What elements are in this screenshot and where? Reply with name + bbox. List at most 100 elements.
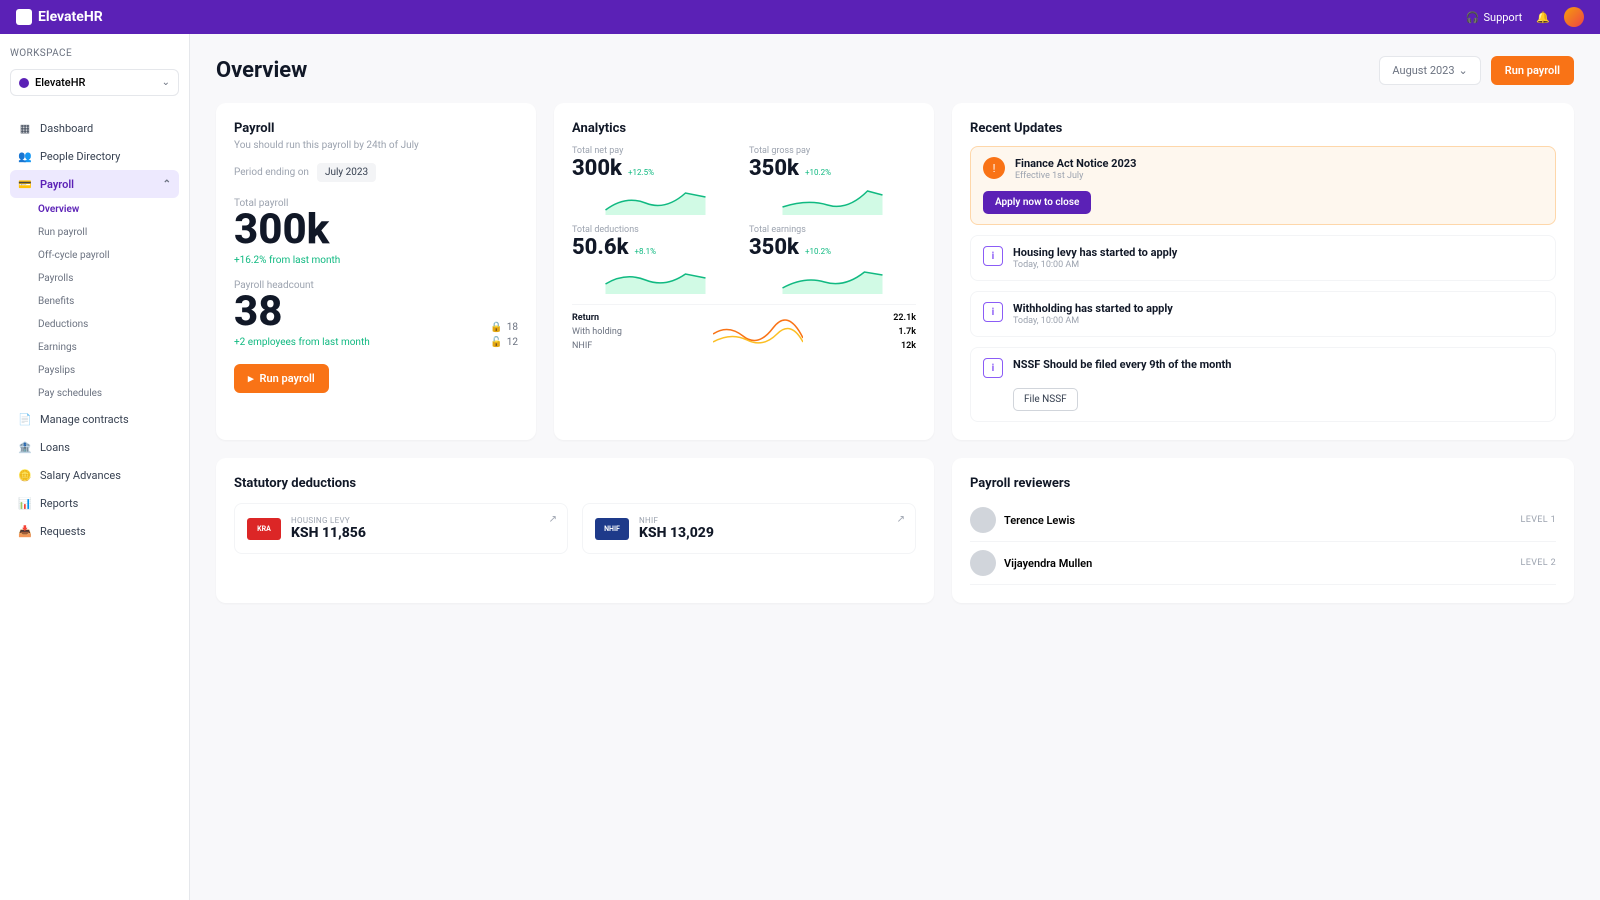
topbar: ElevateHR 🎧 Support 🔔 bbox=[0, 0, 1600, 34]
statutory-card: Statutory deductions KRA HOUSING LEVY KS… bbox=[216, 458, 934, 603]
nav-advances[interactable]: 🪙Salary Advances bbox=[10, 461, 179, 489]
payroll-card: Payroll You should run this payroll by 2… bbox=[216, 103, 536, 440]
run-payroll-card-button[interactable]: ▸ Run payroll bbox=[234, 364, 329, 393]
coins-icon: 🪙 bbox=[18, 468, 32, 482]
info-icon: i bbox=[983, 302, 1003, 322]
brand-logo[interactable]: ElevateHR bbox=[16, 9, 103, 25]
analytics-title: Analytics bbox=[572, 121, 916, 136]
avatar bbox=[970, 507, 996, 533]
chevron-up-icon: ⌃ bbox=[163, 179, 171, 190]
chart-icon: 📊 bbox=[18, 496, 32, 510]
subnav-benefits[interactable]: Benefits bbox=[30, 290, 179, 313]
nhif-logo-icon: NHIF bbox=[595, 518, 629, 540]
statutory-housing-levy: KRA HOUSING LEVY KSH 11,856 ↗ bbox=[234, 503, 568, 554]
bank-icon: 🏦 bbox=[18, 440, 32, 454]
subnav-payrolls[interactable]: Payrolls bbox=[30, 267, 179, 290]
period-label: Period ending on bbox=[234, 167, 309, 178]
nav-payroll[interactable]: 💳Payroll ⌃ bbox=[10, 170, 179, 198]
return-withholding-label: With holding bbox=[572, 327, 622, 337]
nav-people[interactable]: 👥People Directory bbox=[10, 142, 179, 170]
total-payroll-value: 300k bbox=[234, 209, 518, 251]
doc-icon: 📄 bbox=[18, 412, 32, 426]
apply-finance-act-button[interactable]: Apply now to close bbox=[983, 191, 1091, 214]
update-withholding: i Withholding has started to apply Today… bbox=[970, 291, 1556, 337]
user-avatar[interactable] bbox=[1564, 7, 1584, 27]
stat-gross-pay: Total gross pay 350k +10.2% bbox=[749, 146, 916, 215]
support-label: Support bbox=[1483, 11, 1522, 24]
logo-icon bbox=[16, 9, 32, 25]
stat-deductions: Total deductions 50.6k +8.1% bbox=[572, 225, 739, 294]
org-name: ElevateHR bbox=[35, 76, 156, 89]
inbox-icon: 📥 bbox=[18, 524, 32, 538]
nav-reports[interactable]: 📊Reports bbox=[10, 489, 179, 517]
return-nhif-value: 1.7k bbox=[893, 327, 916, 337]
statutory-title: Statutory deductions bbox=[234, 476, 916, 491]
workspace-label: Workspace bbox=[10, 48, 179, 59]
alert-icon: ! bbox=[983, 157, 1005, 179]
stat-net-pay: Total net pay 300k +12.5% bbox=[572, 146, 739, 215]
subnav-deductions[interactable]: Deductions bbox=[30, 313, 179, 336]
main: Overview August 2023⌄ Run payroll Payrol… bbox=[190, 34, 1600, 900]
nav-requests[interactable]: 📥Requests bbox=[10, 517, 179, 545]
reviewer-row: Vijayendra Mullen LEVEL 2 bbox=[970, 542, 1556, 585]
returns-row: Return With holding NHIF 22.1k 1.7k 12k bbox=[572, 304, 916, 351]
unlocked-count: 12 bbox=[507, 337, 518, 348]
nav: ▦Dashboard 👥People Directory 💳Payroll ⌃ … bbox=[10, 114, 179, 545]
kra-logo-icon: KRA bbox=[247, 518, 281, 540]
info-icon: i bbox=[983, 246, 1003, 266]
stat-earnings: Total earnings 350k +10.2% bbox=[749, 225, 916, 294]
period-selector[interactable]: August 2023⌄ bbox=[1379, 56, 1480, 85]
return-withholding-value: 22.1k bbox=[893, 313, 916, 323]
update-nssf: i NSSF Should be filed every 9th of the … bbox=[970, 347, 1556, 422]
file-nssf-button[interactable]: File NSSF bbox=[1013, 388, 1078, 411]
headcount-change: +2 employees from last month bbox=[234, 337, 370, 348]
subnav-payslips[interactable]: Payslips bbox=[30, 359, 179, 382]
unlock-icon: 🔓 bbox=[490, 337, 502, 348]
headcount-value: 38 bbox=[234, 291, 370, 333]
updates-title: Recent Updates bbox=[970, 121, 1556, 136]
org-selector[interactable]: ElevateHR ⌄ bbox=[10, 69, 179, 96]
nav-dashboard[interactable]: ▦Dashboard bbox=[10, 114, 179, 142]
subnav-earnings[interactable]: Earnings bbox=[30, 336, 179, 359]
returns-sparkline-icon bbox=[713, 314, 803, 350]
payroll-subtitle: You should run this payroll by 24th of J… bbox=[234, 140, 518, 151]
analytics-card: Analytics Total net pay 300k +12.5% Tota… bbox=[554, 103, 934, 440]
sparkline-icon bbox=[749, 264, 916, 294]
reviewers-title: Payroll reviewers bbox=[970, 476, 1556, 491]
avatar bbox=[970, 550, 996, 576]
period-chip[interactable]: July 2023 bbox=[317, 163, 376, 182]
subnav-run-payroll[interactable]: Run payroll bbox=[30, 221, 179, 244]
sparkline-icon bbox=[572, 185, 739, 215]
subnav-offcycle[interactable]: Off-cycle payroll bbox=[30, 244, 179, 267]
total-payroll-change: +16.2% from last month bbox=[234, 255, 518, 266]
wallet-icon: 💳 bbox=[18, 177, 32, 191]
lock-icon: 🔒 bbox=[490, 322, 502, 333]
update-finance-act: ! Finance Act Notice 2023 Effective 1st … bbox=[970, 146, 1556, 225]
play-icon: ▸ bbox=[248, 372, 254, 385]
external-link-icon[interactable]: ↗ bbox=[897, 514, 905, 525]
headset-icon: 🎧 bbox=[1466, 11, 1480, 24]
page-title: Overview bbox=[216, 58, 307, 83]
nav-contracts[interactable]: 📄Manage contracts bbox=[10, 405, 179, 433]
payroll-subnav: Overview Run payroll Off-cycle payroll P… bbox=[30, 198, 179, 405]
run-payroll-button[interactable]: Run payroll bbox=[1491, 56, 1574, 85]
subnav-overview[interactable]: Overview bbox=[30, 198, 179, 221]
payroll-title: Payroll bbox=[234, 121, 518, 136]
nav-loans[interactable]: 🏦Loans bbox=[10, 433, 179, 461]
returns-title: Return bbox=[572, 313, 622, 323]
support-link[interactable]: 🎧 Support bbox=[1466, 11, 1523, 24]
chevron-down-icon: ⌄ bbox=[162, 77, 170, 88]
subnav-payschedules[interactable]: Pay schedules bbox=[30, 382, 179, 405]
return-other-value: 12k bbox=[893, 341, 916, 351]
chevron-down-icon: ⌄ bbox=[1459, 64, 1468, 77]
people-icon: 👥 bbox=[18, 149, 32, 163]
updates-card: Recent Updates ! Finance Act Notice 2023… bbox=[952, 103, 1574, 440]
update-housing-levy: i Housing levy has started to apply Toda… bbox=[970, 235, 1556, 281]
locked-count: 18 bbox=[507, 322, 518, 333]
sparkline-icon bbox=[749, 185, 916, 215]
notifications-icon[interactable]: 🔔 bbox=[1536, 11, 1550, 24]
external-link-icon[interactable]: ↗ bbox=[549, 514, 557, 525]
return-nhif-label: NHIF bbox=[572, 341, 622, 351]
sparkline-icon bbox=[572, 264, 739, 294]
grid-icon: ▦ bbox=[18, 121, 32, 135]
